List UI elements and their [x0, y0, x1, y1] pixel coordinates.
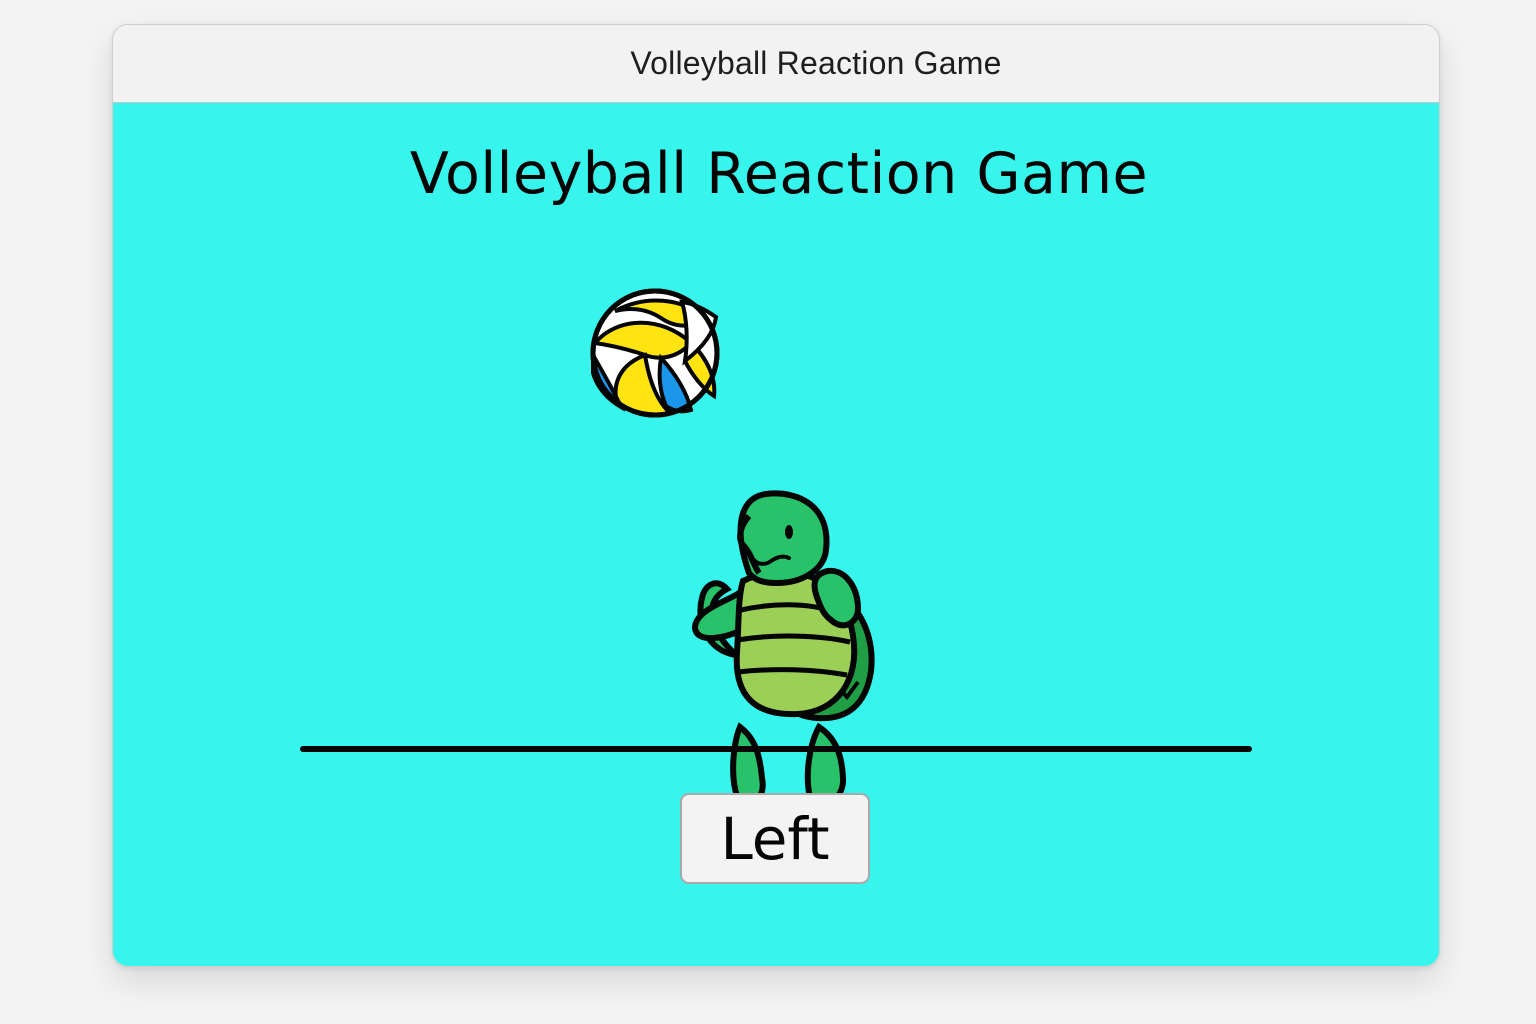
turtle-character-icon — [691, 490, 875, 808]
volleyball-icon — [590, 288, 720, 418]
window-title: Volleyball Reaction Game — [630, 45, 1002, 81]
app-window: Volleyball Reaction Game Volleyball Reac… — [112, 24, 1440, 967]
left-button[interactable]: Left — [680, 793, 870, 884]
game-area: Volleyball Reaction Game Left — [113, 103, 1439, 966]
window-titlebar: Volleyball Reaction Game — [113, 25, 1439, 103]
